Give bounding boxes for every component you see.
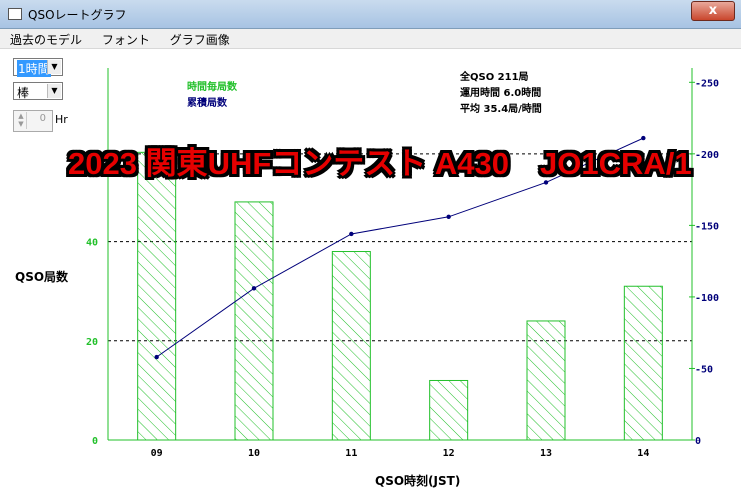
y-axis-label: QSO局数 (15, 270, 69, 284)
x-tick-label: 10 (248, 448, 260, 459)
spinner-value: 0 (39, 113, 46, 124)
interval-select[interactable]: 1時間 ▼ (13, 58, 63, 77)
x-axis-label: QSO時刻(JST) (375, 474, 461, 488)
y-tick-label-right: -200 (695, 150, 719, 161)
x-tick-label: 12 (443, 448, 455, 459)
bar (137, 151, 177, 441)
chevron-down-icon[interactable]: ▼ (47, 60, 61, 74)
y-tick-label-right: -50 (695, 364, 713, 375)
x-tick-label: 13 (540, 448, 552, 459)
x-tick-label: 11 (345, 448, 357, 459)
bar (623, 285, 663, 441)
cumulative-point (446, 214, 451, 219)
cumulative-point (251, 286, 257, 291)
qso-rate-chart: 09 10 11 12 13 14 0 20 40 0 -50 -100 -150 -200 -250 (86, 68, 719, 459)
legend-cumulative: 累積局数 (187, 98, 227, 109)
spinner-unit: Hr (55, 113, 68, 126)
legend-hourly: 時間毎局数 (187, 82, 237, 93)
overlay-caption: 2023 関東UHFコンテスト A430 JO1CRA/1 (68, 146, 692, 181)
style-select[interactable]: 棒 ▼ (13, 82, 63, 100)
chevron-down-icon[interactable]: ▼ (47, 84, 61, 98)
bar (429, 379, 469, 441)
bar (331, 251, 371, 441)
interval-value: 1時間 (17, 60, 51, 77)
y-tick-label-right: -150 (695, 221, 719, 232)
stats-box: 全QSO 211局 運用時間 6.0時間 平均 35.4局/時間 (460, 70, 542, 118)
bar (526, 320, 566, 441)
style-value: 棒 (17, 86, 30, 100)
x-tick-label: 14 (637, 448, 649, 459)
spinner-arrows-icon[interactable]: ▲ ▼ (16, 112, 27, 129)
y-tick-label-right: -100 (695, 293, 719, 304)
x-tick-label: 09 (151, 448, 163, 459)
stat-total: 全QSO 211局 (460, 72, 529, 83)
y-tick-label-right: -250 (695, 78, 719, 89)
y-tick-label-left: 40 (86, 238, 98, 249)
stat-average: 平均 35.4局/時間 (460, 104, 542, 115)
bar (234, 201, 274, 441)
stat-duration: 運用時間 6.0時間 (460, 88, 542, 99)
y-tick-label-right: 0 (695, 436, 701, 447)
cumulative-point (349, 231, 354, 237)
y-tick-label-left: 0 (92, 436, 98, 447)
hour-spinner[interactable]: ▲ ▼ 0 (13, 110, 53, 132)
cumulative-point (154, 354, 159, 360)
y-tick-label-left: 20 (86, 337, 98, 348)
